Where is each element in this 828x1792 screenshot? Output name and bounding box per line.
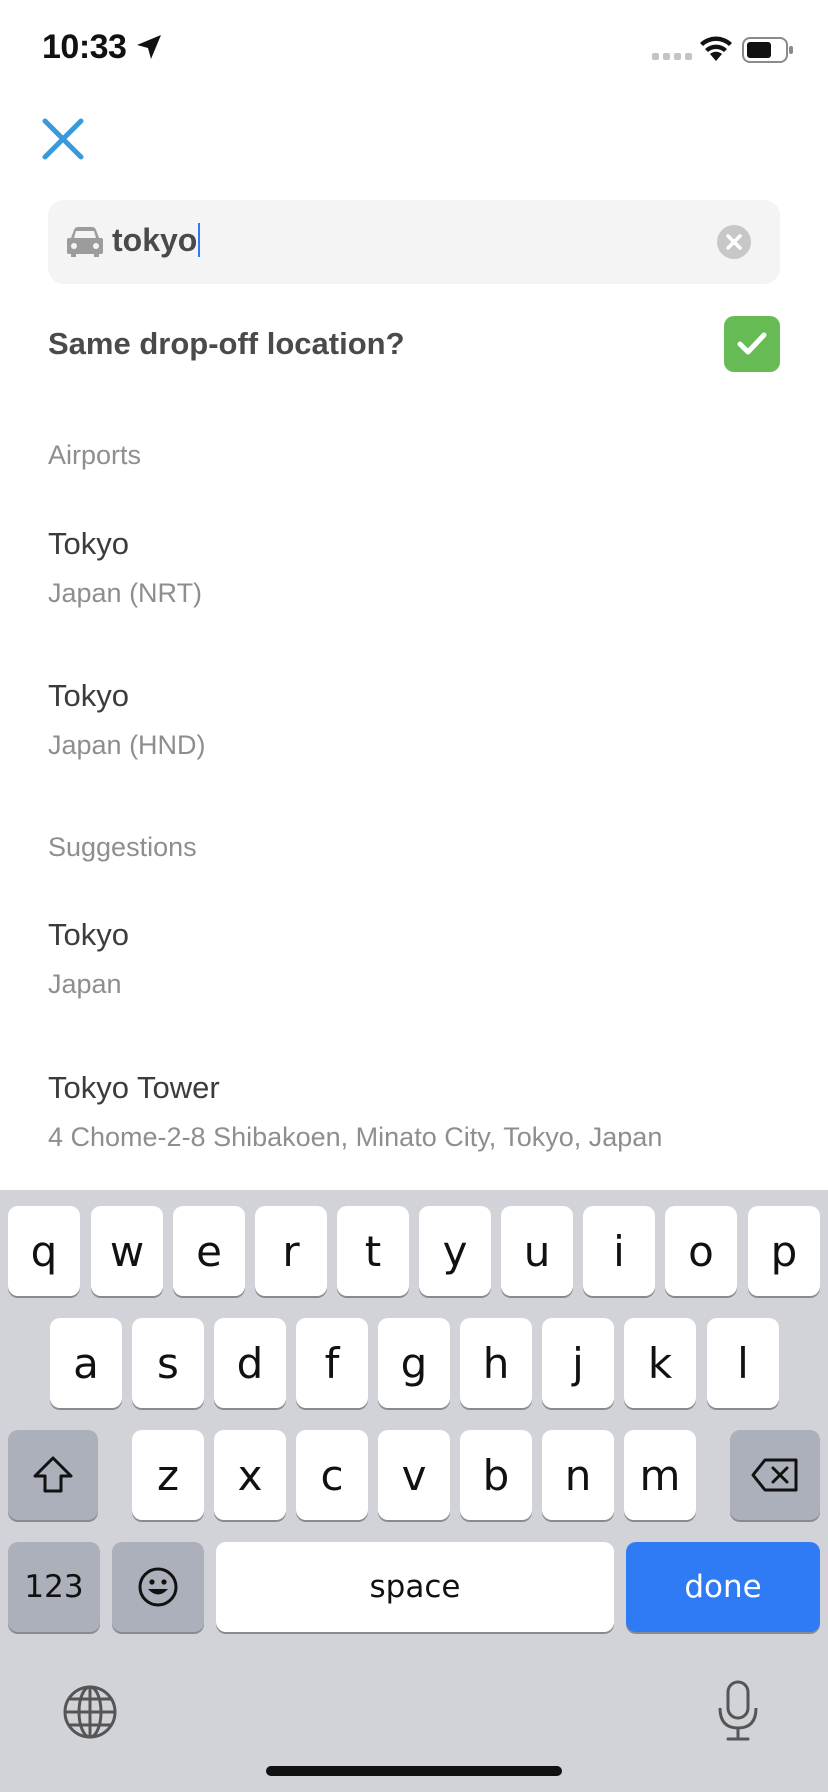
key-n[interactable]: n [542,1430,614,1520]
key-h[interactable]: h [460,1318,532,1408]
key-c[interactable]: c [296,1430,368,1520]
checkmark-icon [737,332,767,355]
key-p[interactable]: p [748,1206,820,1296]
same-dropoff-checkbox[interactable] [724,316,780,372]
list-item-title: Tokyo [48,917,129,952]
key-a[interactable]: a [50,1318,122,1408]
key-f[interactable]: f [296,1318,368,1408]
emoji-key[interactable] [112,1542,204,1632]
list-item-subtitle: Japan (HND) [48,730,206,760]
signal-icon [652,53,692,60]
key-m[interactable]: m [624,1430,696,1520]
key-g[interactable]: g [378,1318,450,1408]
key-t[interactable]: t [337,1206,409,1296]
section-header-airports: Airports [48,440,142,470]
search-field[interactable]: tokyo [48,200,780,284]
list-item-title: Tokyo Tower [48,1070,220,1105]
key-x[interactable]: x [214,1430,286,1520]
status-bar: 10:33 [0,0,828,100]
search-input[interactable]: tokyo [112,222,201,259]
key-w[interactable]: w [91,1206,163,1296]
backspace-icon [751,1458,798,1492]
shift-key[interactable] [8,1430,98,1520]
key-r[interactable]: r [255,1206,327,1296]
key-k[interactable]: k [624,1318,696,1408]
battery-icon [742,37,793,63]
key-y[interactable]: y [419,1206,491,1296]
list-item-title: Tokyo [48,678,129,713]
section-header-suggestions: Suggestions [48,832,197,862]
key-v[interactable]: v [378,1430,450,1520]
globe-icon[interactable] [62,1684,118,1740]
close-button[interactable] [40,116,86,162]
microphone-icon[interactable] [716,1680,760,1742]
list-item-subtitle: Japan [48,969,122,999]
car-icon [67,227,103,257]
text-cursor [198,223,201,257]
wifi-icon [700,36,732,61]
key-j[interactable]: j [542,1318,614,1408]
list-item-title: Tokyo [48,526,129,561]
space-key[interactable]: space [216,1542,614,1632]
key-s[interactable]: s [132,1318,204,1408]
key-i[interactable]: i [583,1206,655,1296]
clear-search-button[interactable] [716,224,752,260]
backspace-key[interactable] [730,1430,820,1520]
shift-icon [33,1456,73,1493]
home-indicator [266,1766,562,1776]
numbers-key[interactable]: 123 [8,1542,100,1632]
emoji-icon [138,1567,178,1607]
key-d[interactable]: d [214,1318,286,1408]
list-item-subtitle: 4 Chome-2-8 Shibakoen, Minato City, Toky… [48,1122,663,1152]
key-q[interactable]: q [8,1206,80,1296]
location-arrow-icon [137,35,161,59]
same-dropoff-label: Same drop-off location? [48,326,405,361]
done-key[interactable]: done [626,1542,820,1632]
keyboard: q w e r t y u i o p a s d f g h j k l z … [0,1190,828,1792]
list-item-subtitle: Japan (NRT) [48,578,203,608]
key-l[interactable]: l [707,1318,779,1408]
key-z[interactable]: z [132,1430,204,1520]
key-b[interactable]: b [460,1430,532,1520]
key-o[interactable]: o [665,1206,737,1296]
status-time: 10:33 [42,28,127,66]
key-u[interactable]: u [501,1206,573,1296]
key-e[interactable]: e [173,1206,245,1296]
